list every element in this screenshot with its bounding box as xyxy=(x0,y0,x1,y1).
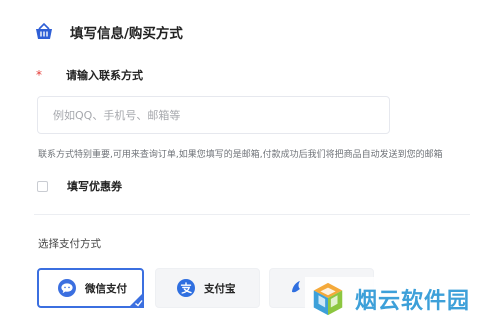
cube-logo-icon xyxy=(313,282,343,316)
coupon-label: 填写优惠券 xyxy=(67,180,122,193)
contact-label: 请输入联系方式 xyxy=(66,69,143,82)
coupon-checkbox[interactable] xyxy=(37,180,48,192)
section-header: 填写信息/购买方式 xyxy=(0,0,500,64)
pay-option-label: 微信支付 xyxy=(85,282,127,295)
watermark-text: 烟云软件园 xyxy=(355,289,471,314)
basket-icon xyxy=(36,22,52,39)
contact-input[interactable] xyxy=(37,96,390,134)
site-watermark: 烟云软件园 xyxy=(305,277,475,321)
alipay-icon xyxy=(177,279,195,297)
pay-option-wechat[interactable]: 微信支付 xyxy=(37,268,144,308)
pay-option-alipay[interactable]: 支付宝 xyxy=(155,268,260,308)
required-mark: * xyxy=(36,68,42,82)
coupon-row[interactable]: 填写优惠券 xyxy=(37,176,122,196)
selected-check-icon xyxy=(128,292,144,308)
pay-option-label: 支付宝 xyxy=(204,282,236,295)
wechat-icon xyxy=(58,279,76,297)
payment-section-label: 选择支付方式 xyxy=(38,238,101,250)
contact-label-row: * 请输入联系方式 xyxy=(36,66,143,84)
purchase-form-page: 填写信息/购买方式 * 请输入联系方式 联系方式特别重要,可用来查询订单,如果您… xyxy=(0,0,500,325)
divider xyxy=(34,214,470,215)
contact-hint: 联系方式特别重要,可用来查询订单,如果您填写的是邮箱,付款成功后我们将把商品自动… xyxy=(38,150,443,160)
page-title: 填写信息/购买方式 xyxy=(70,26,183,42)
